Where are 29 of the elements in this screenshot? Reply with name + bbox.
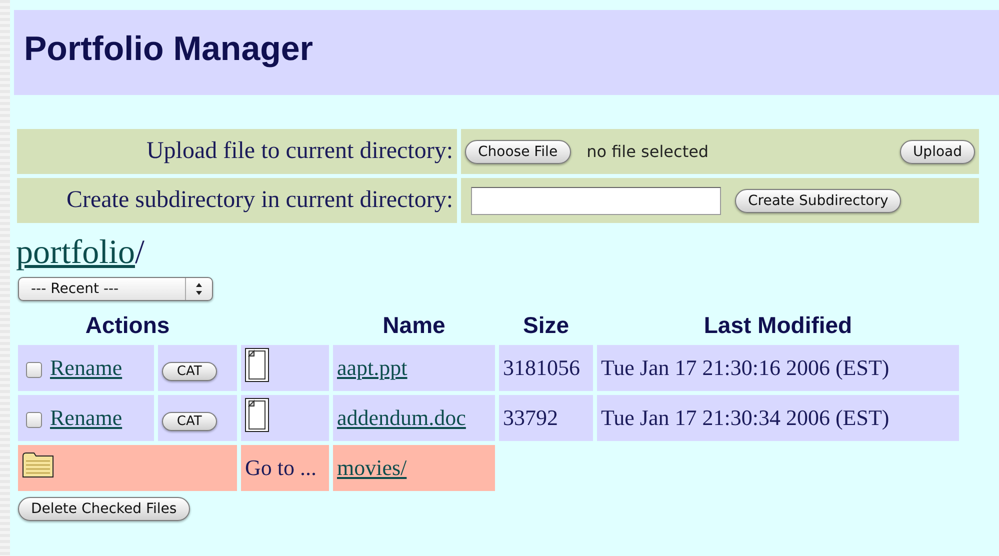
table-cell: Tue Jan 17 21:30:34 2006 (EST)	[597, 395, 959, 441]
file-status: no file selected	[586, 142, 710, 161]
upload-label: Upload file to current directory:	[146, 138, 453, 164]
document-icon	[245, 348, 269, 382]
upload-button[interactable]: Upload	[900, 140, 975, 164]
subdirectory-label: Create subdirectory in current directory:	[66, 187, 453, 213]
stepper-icon	[195, 282, 203, 296]
directory-link[interactable]: portfolio	[16, 234, 135, 271]
recent-select[interactable]: --- Recent ---	[18, 277, 213, 301]
table-cell: Tue Jan 17 21:30:16 2006 (EST)	[597, 345, 959, 391]
cat-button[interactable]: CAT	[162, 362, 217, 381]
page-title: Portfolio Manager	[24, 30, 314, 69]
row-checkbox[interactable]	[26, 412, 42, 428]
column-header: Actions	[85, 312, 170, 338]
subdirectory-field[interactable]	[471, 186, 721, 214]
row-checkbox[interactable]	[26, 362, 42, 378]
column-header: Last Modified	[704, 312, 852, 338]
table-cell: 3181056	[499, 345, 593, 391]
choose-file-button[interactable]: Choose File	[465, 140, 571, 164]
table-cell: Go to ...	[241, 445, 329, 491]
delete-checked-button[interactable]: Delete Checked Files	[18, 497, 190, 521]
folder-icon	[22, 452, 54, 478]
path-separator: /	[134, 234, 144, 271]
cat-button[interactable]: CAT	[162, 412, 217, 431]
create-subdirectory-button[interactable]: Create Subdirectory	[735, 188, 902, 212]
column-header: Size	[522, 312, 570, 338]
document-icon	[245, 398, 269, 432]
column-header: Name	[382, 312, 446, 338]
table-cell: 33792	[499, 395, 593, 441]
